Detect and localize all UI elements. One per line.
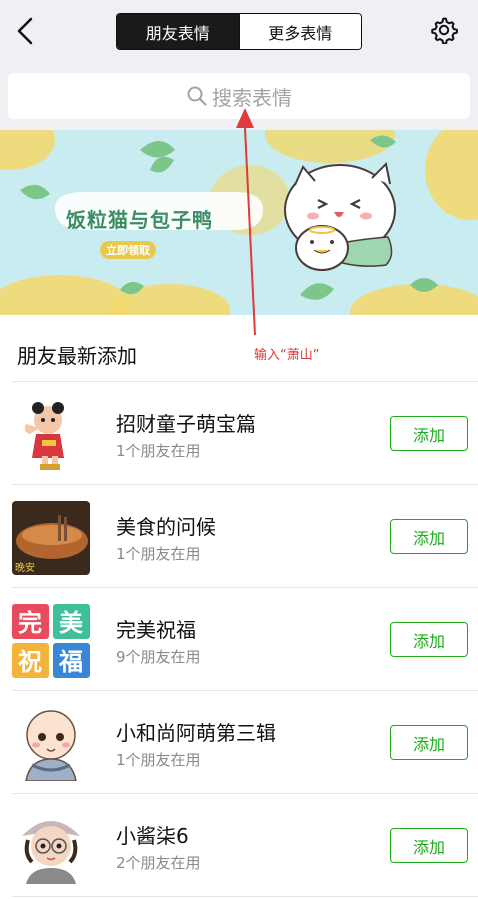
banner-title: 饭粒猫与包子鸭 <box>66 208 213 232</box>
banner-cta[interactable]: 立即领取 <box>100 241 156 259</box>
search-placeholder: 搜索表情 <box>212 85 292 110</box>
section-title: 朋友最新添加 <box>17 344 137 368</box>
add-button[interactable]: 添加 <box>390 828 468 863</box>
add-button[interactable]: 添加 <box>390 622 468 657</box>
food-sticker-icon: 晚安 <box>12 501 90 575</box>
add-button[interactable]: 添加 <box>390 519 468 554</box>
item-title: 美食的问候 <box>116 515 216 539</box>
search-area: 搜索表情 <box>0 62 478 130</box>
list-item[interactable]: 晚安 美食的问候 1个朋友在用 添加 <box>0 485 478 588</box>
item-title: 招财童子萌宝篇 <box>116 412 256 436</box>
food-caption: 晚安 <box>15 561 35 574</box>
blessing-char: 祝 <box>18 648 42 676</box>
blessing-char: 福 <box>58 648 83 676</box>
list-item[interactable]: 小酱柒6 2个朋友在用 添加 <box>0 794 478 897</box>
little-monk-sticker-icon <box>25 710 77 781</box>
annotation-text: 输入“萧山” <box>254 348 320 363</box>
segmented-control: 朋友表情 更多表情 <box>116 13 362 50</box>
list-item[interactable]: 招财童子萌宝篇 1个朋友在用 添加 <box>0 382 478 485</box>
item-usage-count: 9个朋友在用 <box>116 648 201 666</box>
little-girl-sticker-icon <box>22 821 80 884</box>
tab-more-stickers[interactable]: 更多表情 <box>238 14 361 49</box>
item-usage-count: 1个朋友在用 <box>116 545 201 563</box>
item-usage-count: 1个朋友在用 <box>116 442 201 460</box>
add-button[interactable]: 添加 <box>390 416 468 451</box>
item-title: 小酱柒6 <box>116 824 189 848</box>
item-title: 小和尚阿萌第三辑 <box>116 721 276 745</box>
list-item[interactable]: 完 美 祝 福 完美祝福 9个朋友在用 添加 <box>0 588 478 691</box>
gear-icon[interactable] <box>430 16 458 44</box>
lucky-boy-sticker-icon <box>24 402 64 470</box>
chevron-left-icon[interactable] <box>14 16 36 46</box>
item-title: 完美祝福 <box>116 618 196 642</box>
blessing-sticker-icon: 完 美 祝 福 <box>12 604 90 678</box>
search-input[interactable]: 搜索表情 <box>8 73 470 119</box>
list-item[interactable]: 小和尚阿萌第三辑 1个朋友在用 添加 <box>0 691 478 794</box>
divider <box>12 896 478 897</box>
item-usage-count: 1个朋友在用 <box>116 751 201 769</box>
add-button[interactable]: 添加 <box>390 725 468 760</box>
item-usage-count: 2个朋友在用 <box>116 854 201 872</box>
search-icon <box>187 86 207 106</box>
blessing-char: 美 <box>59 609 83 637</box>
blessing-char: 完 <box>18 609 42 637</box>
top-bar: 朋友表情 更多表情 <box>0 0 478 62</box>
tab-friends-stickers[interactable]: 朋友表情 <box>117 14 239 49</box>
